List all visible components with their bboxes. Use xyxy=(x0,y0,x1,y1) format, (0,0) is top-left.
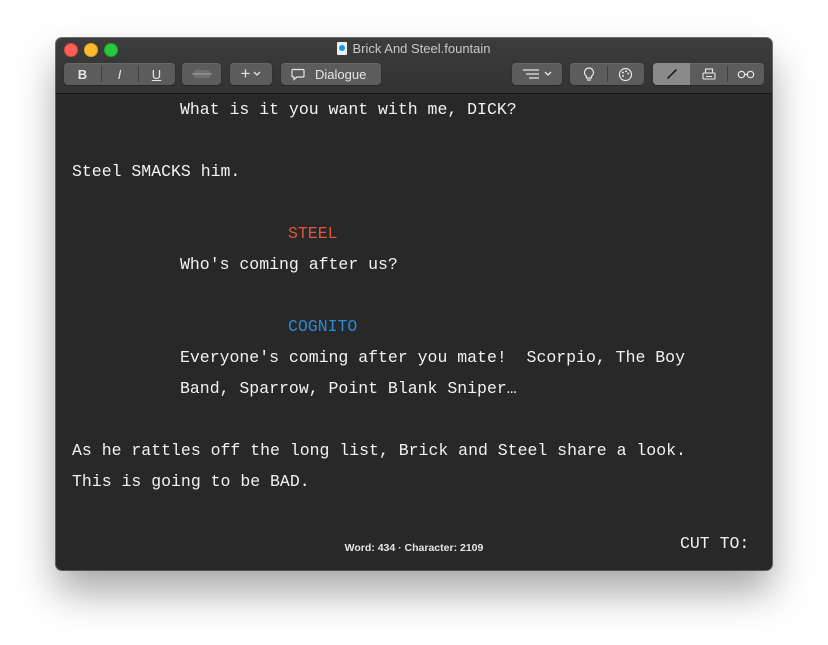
app-window: Brick And Steel.fountain B I U + Dialogu… xyxy=(56,38,772,570)
dialogue-line: Everyone's coming after you mate! Scorpi… xyxy=(180,348,685,367)
window-title-text: Brick And Steel.fountain xyxy=(352,41,491,56)
outline-menu-button[interactable] xyxy=(512,63,562,85)
dialogue-line: Who's coming after us? xyxy=(180,255,398,274)
character-name-steel: STEEL xyxy=(288,224,338,243)
print-button[interactable] xyxy=(690,63,727,85)
title-bar: Brick And Steel.fountain B I U + Dialogu… xyxy=(56,38,772,94)
strikethrough-icon xyxy=(191,70,212,78)
window-title: Brick And Steel.fountain xyxy=(56,40,772,58)
add-element-button[interactable]: + xyxy=(230,63,272,85)
italic-button[interactable]: I xyxy=(101,67,138,82)
pencil-icon xyxy=(666,68,677,80)
bold-button[interactable]: B xyxy=(64,67,101,82)
glasses-icon xyxy=(737,70,754,78)
lightbulb-icon xyxy=(583,66,594,81)
character-name-cognito: COGNITO xyxy=(288,317,358,336)
fountain-document-icon xyxy=(337,42,348,55)
chevron-down-icon xyxy=(254,71,261,76)
printer-icon xyxy=(701,67,716,80)
element-type-button[interactable]: Dialogue xyxy=(281,63,381,85)
dialogue-line: What is it you want with me, DICK? xyxy=(180,100,517,119)
chevron-down-icon xyxy=(544,71,552,76)
plus-icon: + xyxy=(240,64,251,83)
word-count-status: Word: 434 · Character: 2109 xyxy=(344,542,484,554)
action-line: Steel SMACKS him. xyxy=(72,162,241,181)
tools-segmented-control xyxy=(570,63,644,85)
mode-segmented-control xyxy=(653,63,764,85)
format-segmented-control: B I U xyxy=(64,63,175,85)
action-line: As he rattles off the long list, Brick a… xyxy=(72,441,686,460)
palette-icon xyxy=(618,67,633,81)
preview-button[interactable] xyxy=(727,63,764,85)
list-icon xyxy=(523,69,539,79)
theme-button[interactable] xyxy=(607,63,644,85)
speech-bubble-icon xyxy=(291,68,305,81)
strikethrough-button[interactable] xyxy=(182,63,221,85)
dialogue-line: Band, Sparrow, Point Blank Sniper… xyxy=(180,379,517,398)
edit-mode-button[interactable] xyxy=(653,63,690,85)
element-type-label: Dialogue xyxy=(315,66,367,82)
ideas-button[interactable] xyxy=(570,63,607,85)
action-line: This is going to be BAD. xyxy=(72,472,310,491)
underline-button[interactable]: U xyxy=(138,67,175,82)
script-editor[interactable]: What is it you want with me, DICK? Steel… xyxy=(56,94,772,570)
